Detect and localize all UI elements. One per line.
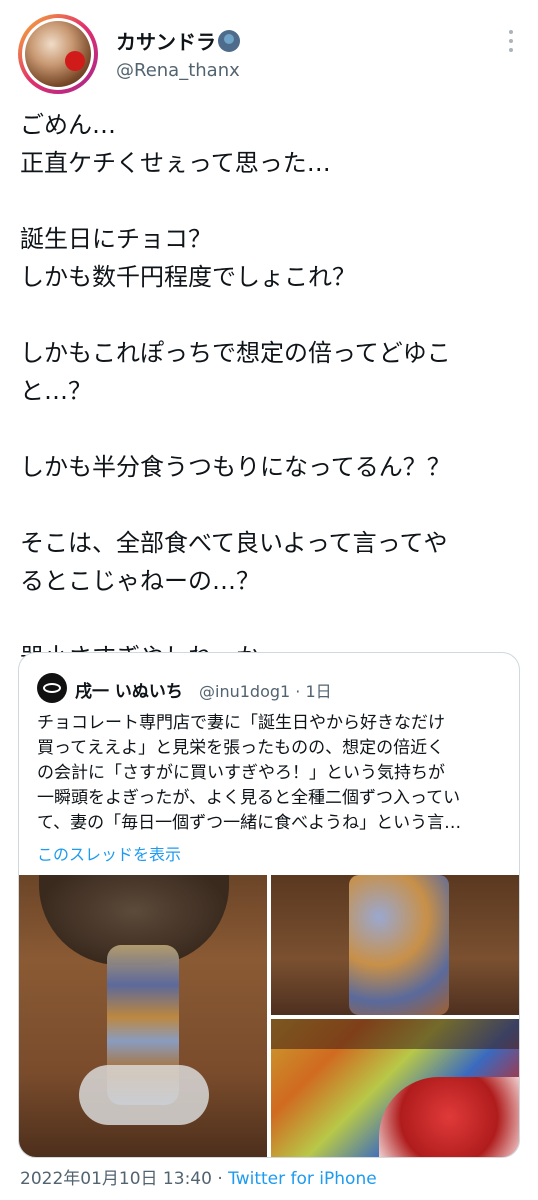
photo-chocolate-bag-held[interactable] xyxy=(19,875,267,1157)
tweet-line: しかもこれぽっちで想定の倍ってどゆこ xyxy=(20,339,451,367)
quoted-line: の会計に「さすがに買いすぎやろ！」という気持ちが xyxy=(37,763,445,783)
avatar-photo xyxy=(25,21,91,87)
quoted-author-meta: @inu1dog1 · 1日 xyxy=(199,682,332,701)
author-display-name[interactable]: カサンドラ xyxy=(116,26,240,55)
tweet-line: 誕生日にチョコ？ xyxy=(20,225,212,253)
tweet-line: と…？ xyxy=(20,377,92,405)
more-options-icon[interactable] xyxy=(508,30,514,54)
apple-icon xyxy=(65,51,85,71)
tweet-line: 正直ケチくせぇって思った… xyxy=(20,149,331,177)
quoted-author-name: 戌一 いぬいち xyxy=(75,682,183,702)
quoted-line: チョコレート専門店で妻に「誕生日やから好きなだけ xyxy=(37,713,445,733)
tweet-line: るとこじゃねーの…？ xyxy=(20,567,260,595)
quoted-line: て、妻の「毎日一個ずつ一緒に食べようね」という言… xyxy=(37,813,462,833)
source-link[interactable]: Twitter for iPhone xyxy=(228,1169,377,1189)
quoted-tweet-card[interactable]: 戌一 いぬいち @inu1dog1 · 1日 チョコレート専門店で妻に「誕生日や… xyxy=(18,652,520,1158)
tweet-line: しかも数千円程度でしょこれ？ xyxy=(20,263,356,291)
author-avatar[interactable] xyxy=(18,14,98,94)
tweet-line: ごめん… xyxy=(20,111,116,139)
photo-chocolate-store-display[interactable] xyxy=(271,1019,519,1157)
quoted-line: 買ってええよ」と見栄を張ったものの、想定の倍近く xyxy=(37,738,445,758)
timestamp[interactable]: 2022年01月10日 13:40 · xyxy=(20,1169,228,1189)
author-username[interactable]: @Rena_thanx xyxy=(116,60,240,81)
quoted-line: 一瞬頭をよぎったが、よく見ると全種二個ずつ入ってい xyxy=(37,788,461,808)
photo-chocolate-bag-closeup[interactable] xyxy=(271,875,519,1015)
quoted-author-avatar xyxy=(37,673,67,703)
quoted-media-grid xyxy=(19,875,519,1157)
quoted-tweet-text: チョコレート専門店で妻に「誕生日やから好きなだけ 買ってええよ」と見栄を張ったも… xyxy=(37,711,507,836)
tweet-header: カサンドラ @Rena_thanx xyxy=(0,0,538,100)
tweet-footer: 2022年01月10日 13:40 · Twitter for iPhone xyxy=(20,1164,377,1189)
show-thread-link[interactable]: このスレッドを表示 xyxy=(37,841,181,865)
tweet-line: そこは、全部食べて良いよって言ってや xyxy=(20,529,448,557)
person-emoji-icon xyxy=(218,30,240,52)
tweet-text: ごめん… 正直ケチくせぇって思った… 誕生日にチョコ？ しかも数千円程度でしょこ… xyxy=(20,106,520,676)
tweet-line: しかも半分食うつもりになってるん？？ xyxy=(20,453,451,481)
